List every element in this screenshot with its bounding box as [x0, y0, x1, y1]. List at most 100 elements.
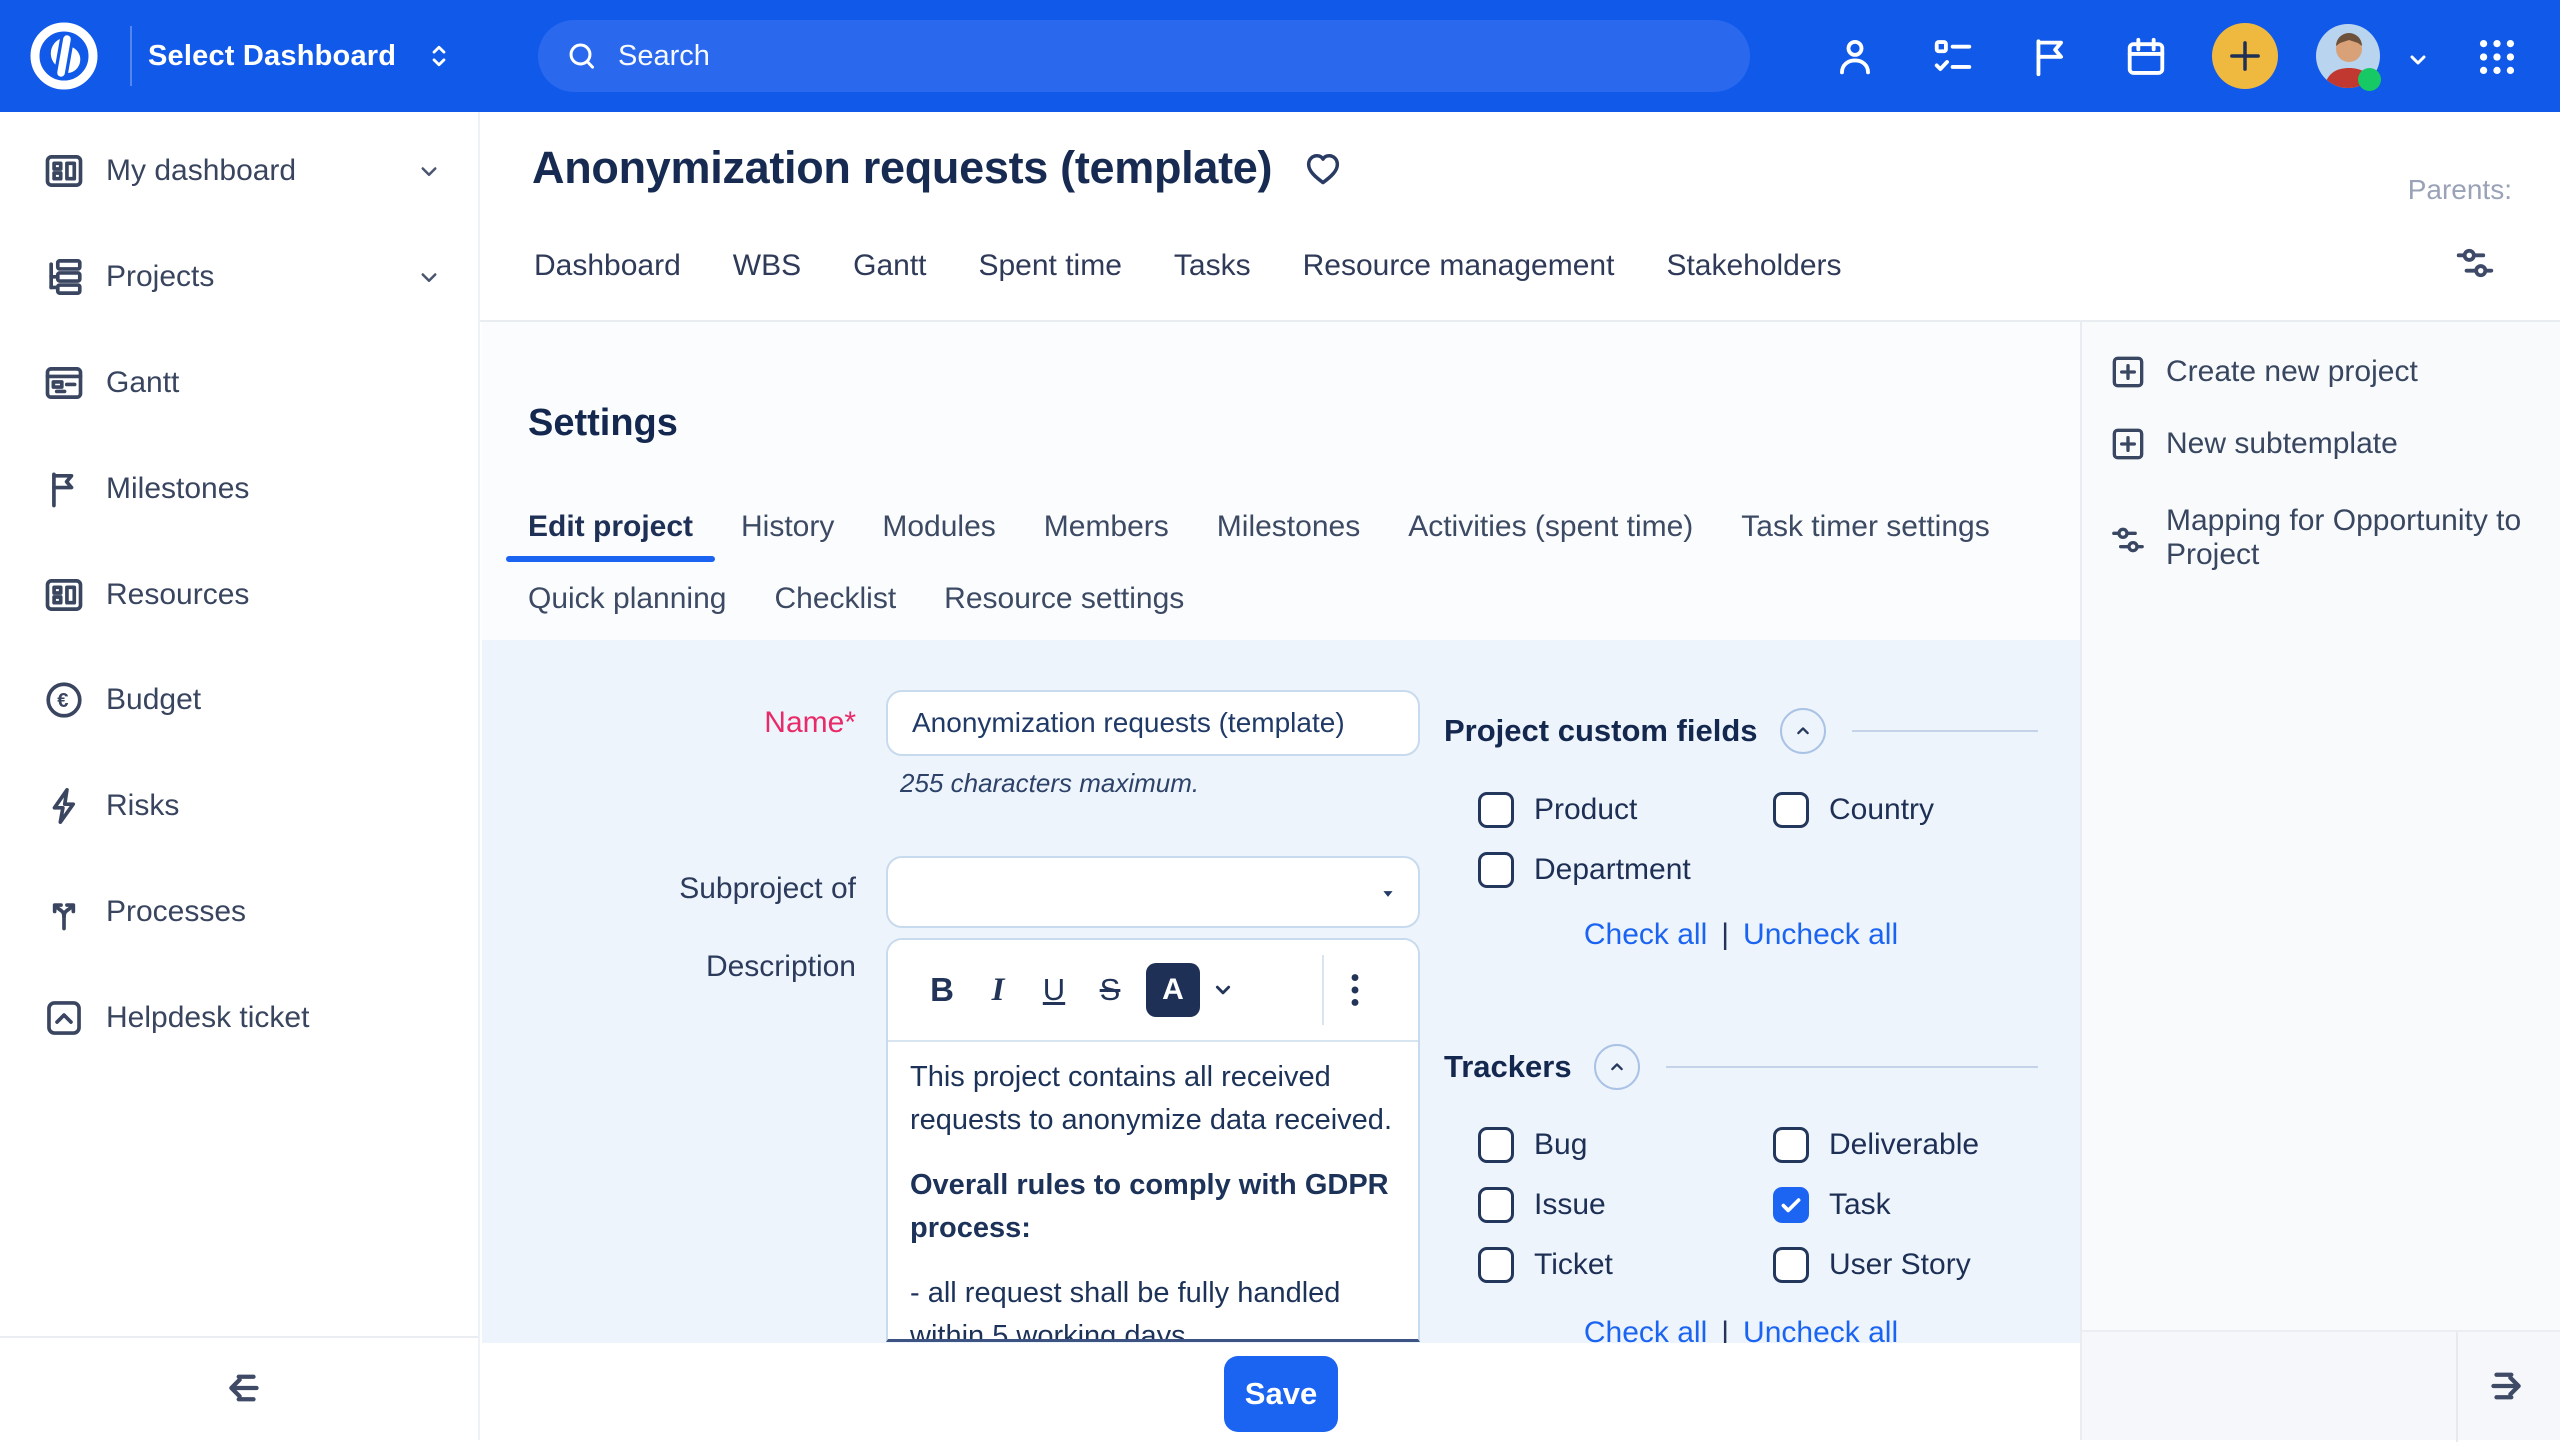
- sidebar-item-processes[interactable]: Processes: [0, 864, 478, 960]
- checkbox[interactable]: [1773, 1187, 1809, 1223]
- sidebar-item-helpdesk-ticket[interactable]: Helpdesk ticket: [0, 970, 478, 1066]
- tab-quick-planning[interactable]: Quick planning: [528, 572, 726, 626]
- settings-tabs-row1: Edit project History Modules Members Mil…: [528, 500, 1990, 554]
- italic-button[interactable]: I: [970, 962, 1026, 1018]
- left-sidebar: My dashboard Projects Gantt Milestones: [0, 112, 480, 1440]
- checkbox-row-ticket[interactable]: Ticket: [1478, 1247, 1613, 1283]
- chevron-up-icon: [1603, 1053, 1631, 1081]
- checkbox-row-department[interactable]: Department: [1478, 852, 1691, 888]
- more-options-kebab-icon[interactable]: [1332, 967, 1378, 1013]
- editor-toolbar: B I U S A: [888, 940, 1418, 1042]
- bold-button[interactable]: B: [914, 962, 970, 1018]
- add-new-button[interactable]: [2212, 23, 2278, 89]
- helpdesk-icon: [40, 994, 88, 1042]
- app-logo-icon[interactable]: [24, 16, 104, 96]
- mapping-sliders-icon: [2106, 518, 2150, 562]
- sidebar-item-projects[interactable]: Projects: [0, 229, 478, 325]
- settings-heading: Settings: [528, 402, 678, 445]
- apps-grid-icon[interactable]: [2474, 34, 2520, 80]
- subproject-select[interactable]: [886, 856, 1420, 928]
- new-subtemplate-button[interactable]: New subtemplate: [2082, 418, 2560, 470]
- budget-euro-icon: €: [40, 676, 88, 724]
- tab-history[interactable]: History: [741, 500, 834, 554]
- tab-dashboard[interactable]: Dashboard: [534, 240, 681, 292]
- select-dashboard-button[interactable]: Select Dashboard: [148, 0, 456, 112]
- sidebar-item-resources[interactable]: Resources: [0, 547, 478, 643]
- mapping-opportunity-button[interactable]: Mapping for Opportunity to Project: [2082, 504, 2560, 572]
- checkbox-row-user-story[interactable]: User Story: [1773, 1247, 1971, 1283]
- tab-edit-project[interactable]: Edit project: [528, 500, 693, 554]
- collapse-right-sidebar-icon[interactable]: [2482, 1360, 2534, 1412]
- checkbox[interactable]: [1773, 1247, 1809, 1283]
- tab-milestones[interactable]: Milestones: [1217, 500, 1360, 554]
- plus-square-icon: [2106, 350, 2150, 394]
- project-name-input[interactable]: [886, 690, 1420, 756]
- online-status-dot: [2358, 68, 2381, 91]
- collapse-section-button[interactable]: [1780, 708, 1826, 754]
- search-bar[interactable]: [538, 20, 1750, 92]
- tab-modules[interactable]: Modules: [882, 500, 995, 554]
- collapse-sidebar-icon[interactable]: [216, 1362, 268, 1414]
- underline-button[interactable]: U: [1026, 962, 1082, 1018]
- tab-stakeholders[interactable]: Stakeholders: [1666, 240, 1841, 292]
- save-button[interactable]: Save: [1224, 1356, 1338, 1432]
- description-text[interactable]: This project contains all received reque…: [888, 1042, 1418, 1339]
- tab-activities-spent-time[interactable]: Activities (spent time): [1408, 500, 1693, 554]
- avatar-chevron-down-icon[interactable]: [2400, 42, 2436, 78]
- calendar-icon[interactable]: [2123, 34, 2169, 80]
- select-dashboard-label: Select Dashboard: [148, 40, 396, 73]
- page-title: Anonymization requests (template): [532, 142, 1272, 194]
- tab-spent-time[interactable]: Spent time: [978, 240, 1121, 292]
- checkbox-row-issue[interactable]: Issue: [1478, 1187, 1606, 1223]
- tab-tasks[interactable]: Tasks: [1174, 240, 1251, 292]
- strikethrough-button[interactable]: S: [1082, 962, 1138, 1018]
- checkbox-row-bug[interactable]: Bug: [1478, 1127, 1587, 1163]
- chevron-down-icon[interactable]: [1206, 973, 1240, 1007]
- create-new-project-button[interactable]: Create new project: [2082, 346, 2560, 398]
- mapping-sliders-icon[interactable]: [2452, 240, 2498, 286]
- chevron-down-icon: [414, 156, 444, 186]
- section-rule: [1852, 730, 2038, 732]
- checkbox[interactable]: [1478, 1187, 1514, 1223]
- checkbox-row-task[interactable]: Task: [1773, 1187, 1891, 1223]
- tab-checklist[interactable]: Checklist: [774, 572, 896, 626]
- tab-resource-settings[interactable]: Resource settings: [944, 572, 1184, 626]
- tab-task-timer-settings[interactable]: Task timer settings: [1741, 500, 1989, 554]
- tasks-checklist-icon[interactable]: [1930, 34, 1976, 80]
- check-all-link[interactable]: Check all: [1584, 918, 1707, 952]
- custom-fields-section-header: Project custom fields: [1444, 708, 2038, 754]
- collapse-section-button[interactable]: [1594, 1044, 1640, 1090]
- search-icon: [564, 38, 600, 74]
- sidebar-item-my-dashboard[interactable]: My dashboard: [0, 123, 478, 219]
- checkbox-row-deliverable[interactable]: Deliverable: [1773, 1127, 1979, 1163]
- sidebar-item-budget[interactable]: € Budget: [0, 652, 478, 748]
- checkbox[interactable]: [1773, 1127, 1809, 1163]
- checkbox[interactable]: [1773, 792, 1809, 828]
- checkbox[interactable]: [1478, 1127, 1514, 1163]
- checkbox[interactable]: [1478, 792, 1514, 828]
- sidebar-item-risks[interactable]: Risks: [0, 758, 478, 854]
- checkbox-row-product[interactable]: Product: [1478, 792, 1637, 828]
- uncheck-all-link[interactable]: Uncheck all: [1743, 918, 1898, 952]
- checkbox-row-country[interactable]: Country: [1773, 792, 1934, 828]
- tab-gantt[interactable]: Gantt: [853, 240, 926, 292]
- tab-wbs[interactable]: WBS: [733, 240, 801, 292]
- top-bar: Select Dashboard: [0, 0, 2560, 112]
- description-editor: B I U S A This project contains all rece…: [886, 938, 1420, 1342]
- svg-text:€: €: [57, 690, 68, 712]
- sidebar-item-milestones[interactable]: Milestones: [0, 441, 478, 537]
- checkbox[interactable]: [1478, 852, 1514, 888]
- flag-icon[interactable]: [2026, 34, 2072, 80]
- app: Select Dashboard: [0, 0, 2560, 1440]
- search-input[interactable]: [618, 40, 1618, 73]
- favorite-heart-icon[interactable]: [1302, 147, 1344, 189]
- checkbox[interactable]: [1478, 1247, 1514, 1283]
- sidebar-item-gantt[interactable]: Gantt: [0, 335, 478, 431]
- description-label: Description: [482, 950, 856, 984]
- toolbar-divider: [1322, 955, 1324, 1025]
- font-color-button[interactable]: A: [1146, 963, 1200, 1017]
- tab-resource-management[interactable]: Resource management: [1303, 240, 1615, 292]
- profile-icon[interactable]: [1832, 34, 1878, 80]
- right-sidebar-footer: [2082, 1330, 2560, 1440]
- tab-members[interactable]: Members: [1044, 500, 1169, 554]
